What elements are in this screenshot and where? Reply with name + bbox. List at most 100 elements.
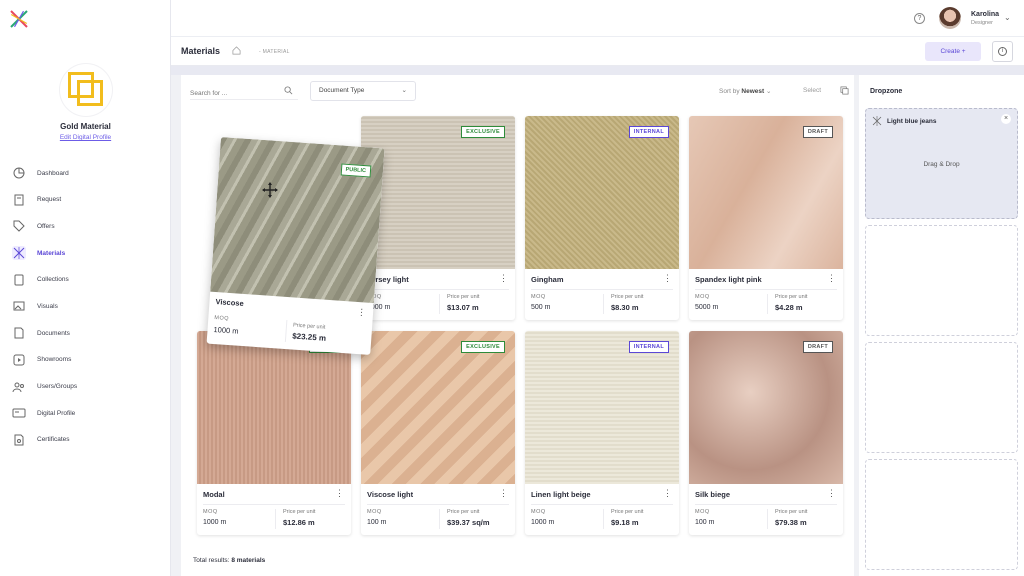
search-icon[interactable] (284, 86, 293, 95)
home-icon[interactable] (232, 46, 241, 55)
user-role: Designer (971, 20, 994, 26)
sidebar-item-label: Digital Profile (37, 409, 76, 417)
sidebar-item-offers[interactable]: Offers (8, 215, 163, 237)
top-bar: ? Karolina Designer ⌄ (171, 0, 1024, 37)
info-icon: i (998, 47, 1007, 56)
edit-digital-profile-link[interactable]: Edit Digital Profile (0, 134, 171, 141)
more-options-icon[interactable]: ⋮ (827, 273, 836, 283)
more-options-icon[interactable]: ⋮ (335, 488, 344, 498)
copy-icon[interactable] (840, 86, 849, 95)
moq-value: 1000 m (203, 519, 227, 526)
material-card[interactable]: EXCLUSIVE Jersey light ⋮ MOQ 1000 m Price per… (361, 116, 515, 320)
sidebar: Gold Material Edit Digital Profile Dashb… (0, 0, 171, 576)
status-badge: DRAFT (802, 341, 833, 353)
drag-drop-hint: Drag & Drop (923, 161, 960, 168)
material-image (197, 331, 351, 484)
total-value: 8 materials (231, 557, 266, 564)
tag-icon (12, 219, 26, 233)
total-results: Total results: 8 materials (193, 557, 265, 564)
status-badge: EXCLUSIVE (461, 126, 505, 138)
sidebar-item-digital-profile[interactable]: Digital Profile (8, 402, 163, 424)
price-label: Price per unit (775, 509, 808, 515)
price-label: Price per unit (283, 509, 316, 515)
more-options-icon[interactable]: ⋮ (663, 273, 672, 283)
sidebar-item-dashboard[interactable]: Dashboard (8, 162, 163, 184)
image-icon (12, 299, 26, 313)
info-button[interactable]: i (992, 41, 1013, 62)
material-image (525, 331, 679, 484)
sidebar-item-documents[interactable]: Documents (8, 322, 163, 344)
avatar[interactable] (939, 7, 961, 29)
moq-value: 1000 m (531, 519, 555, 526)
move-cursor-icon (262, 182, 278, 198)
moq-value: 100 m (367, 519, 387, 526)
more-options-icon[interactable]: ⋮ (827, 488, 836, 498)
sidebar-item-showrooms[interactable]: Showrooms (8, 349, 163, 371)
moq-value: 100 m (695, 519, 715, 526)
sidebar-nav: Dashboard Request Offers Materials Collectio… (8, 162, 163, 456)
select-button[interactable]: Select (803, 87, 821, 94)
sidebar-item-certificates[interactable]: Certificates (8, 429, 163, 451)
moq-label: MOQ (367, 509, 382, 515)
moq-label: MOQ (531, 294, 546, 300)
material-image (210, 137, 385, 304)
profile-logo (60, 64, 112, 116)
sidebar-item-request[interactable]: Request (8, 189, 163, 211)
chevron-down-icon[interactable]: ⌄ (1004, 13, 1011, 22)
app-logo-icon[interactable] (8, 8, 30, 30)
sidebar-item-label: Visuals (37, 302, 58, 310)
status-badge: DRAFT (802, 126, 833, 138)
sidebar-item-collections[interactable]: Collections (8, 269, 163, 291)
price-label: Price per unit (447, 294, 480, 300)
dropzone-slot[interactable]: Light blue jeans × Drag & Drop (865, 108, 1018, 219)
close-icon[interactable]: × (1001, 114, 1011, 124)
play-icon (12, 353, 26, 367)
material-card[interactable]: PUBLICModal⋮MOQ1000 mPrice per unit$12.8… (197, 331, 351, 535)
material-card[interactable]: INTERNAL Linen light beige ⋮ MOQ 1000 m Price… (525, 331, 679, 535)
material-card[interactable]: EXCLUSIVE Viscose light ⋮ MOQ 100 m Price per… (361, 331, 515, 535)
user-name[interactable]: Karolina (971, 11, 999, 18)
status-badge: INTERNAL (628, 341, 669, 353)
materials-icon (872, 116, 882, 126)
moq-label: MOQ (695, 509, 710, 515)
material-name: Linen light beige (531, 490, 591, 499)
moq-value: 500 m (531, 304, 551, 311)
material-card[interactable]: DRAFT Spandex light pink ⋮ MOQ 5000 m Price p… (689, 116, 843, 320)
dragged-material-card[interactable]: PUBLIC Viscose ⋮ MOQ 1000 m Price per un… (206, 137, 385, 355)
sidebar-item-label: Documents (37, 329, 70, 337)
more-options-icon[interactable]: ⋮ (357, 307, 367, 319)
material-image (689, 331, 843, 484)
price-value: $79.38 m (775, 518, 807, 527)
more-options-icon[interactable]: ⋮ (499, 273, 508, 283)
more-options-icon[interactable]: ⋮ (663, 488, 672, 498)
material-card[interactable]: DRAFT Silk biege ⋮ MOQ 100 m Price per unit $7… (689, 331, 843, 535)
more-options-icon[interactable]: ⋮ (499, 488, 508, 498)
breadcrumb: - MATERIAL (259, 49, 290, 55)
book-icon (12, 273, 26, 287)
dropzone-slot[interactable] (865, 459, 1018, 570)
page-title: Materials (181, 46, 221, 56)
sidebar-item-materials[interactable]: Materials (8, 242, 163, 264)
sort-prefix: Sort by (719, 88, 740, 95)
create-button[interactable]: Create + (925, 42, 981, 61)
sidebar-item-label: Certificates (37, 436, 70, 444)
sidebar-item-label: Users/Groups (37, 383, 78, 390)
material-image (525, 116, 679, 269)
document-type-label: Document Type (319, 87, 365, 94)
material-image (361, 331, 515, 484)
search-box (190, 82, 298, 103)
material-name: Viscose light (367, 490, 414, 499)
price-label: Price per unit (611, 509, 644, 515)
dropzone-slot[interactable] (865, 225, 1018, 336)
moq-value: 5000 m (695, 304, 719, 311)
material-card[interactable]: INTERNAL Gingham ⋮ MOQ 500 m Price per unit $8… (525, 116, 679, 320)
material-image (689, 116, 843, 269)
document-type-select[interactable]: Document Type ⌄ (310, 81, 416, 101)
dropzone-slot[interactable] (865, 342, 1018, 453)
sidebar-item-visuals[interactable]: Visuals (8, 295, 163, 317)
sidebar-item-users-groups[interactable]: Users/Groups (8, 376, 163, 398)
sort-dropdown[interactable]: Sort by Newest ⌄ (719, 87, 771, 95)
search-input[interactable] (190, 84, 280, 103)
material-name: Modal (203, 490, 225, 499)
help-icon[interactable]: ? (914, 13, 925, 24)
